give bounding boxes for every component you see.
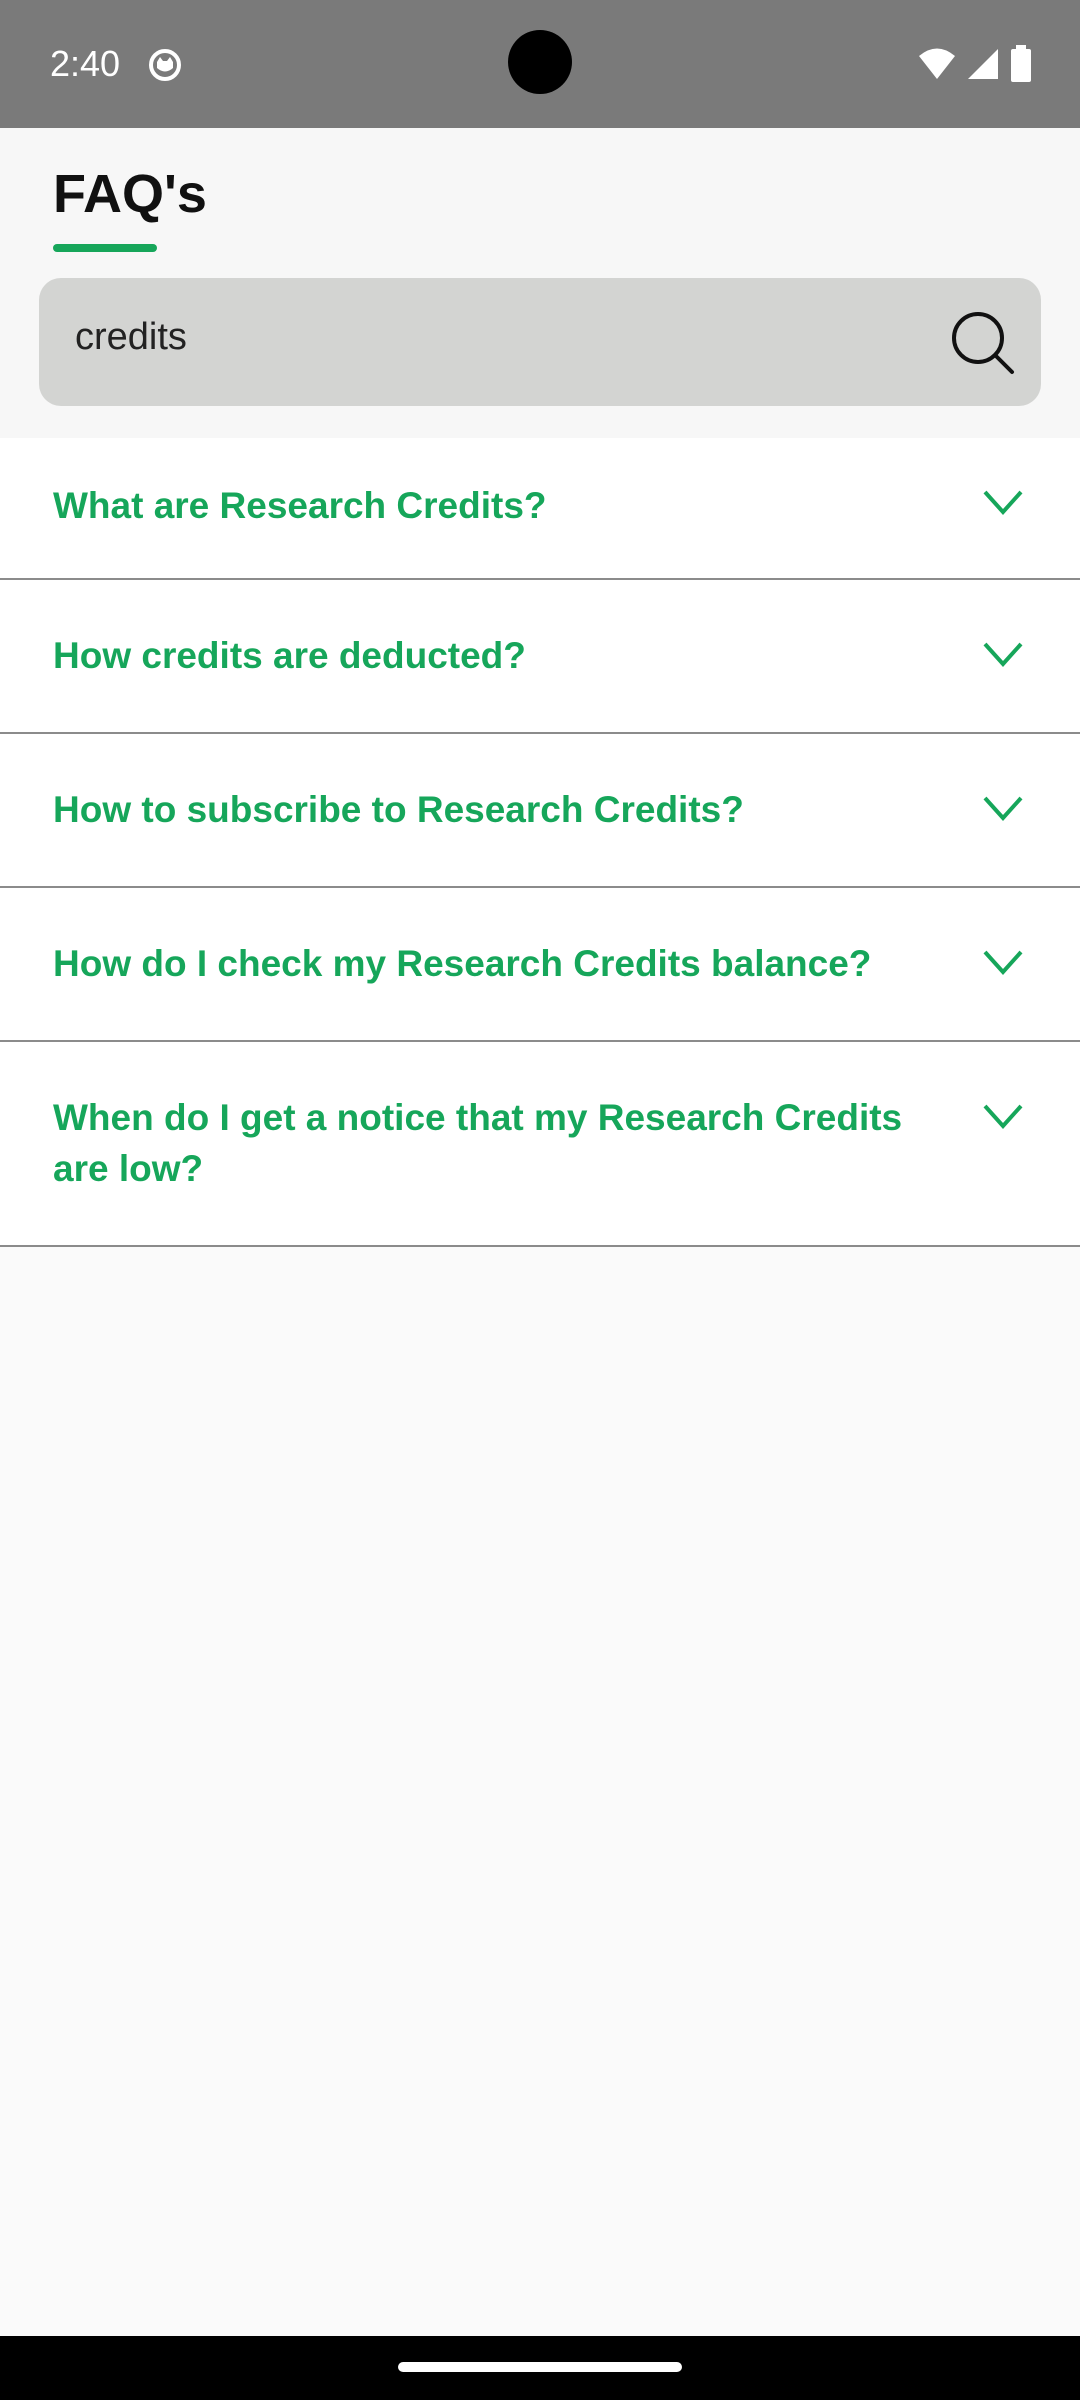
chevron-down-icon[interactable] (982, 948, 1024, 976)
chevron-down-icon[interactable] (982, 640, 1024, 668)
chevron-down-icon[interactable] (982, 488, 1024, 516)
faq-question[interactable]: How do I check my Research Credits balan… (53, 938, 960, 989)
battery-icon (1011, 45, 1031, 82)
faq-list: What are Research Credits? How credits a… (0, 438, 1080, 1247)
chevron-down-icon[interactable] (982, 1102, 1024, 1130)
faq-question[interactable]: How to subscribe to Research Credits? (53, 784, 960, 835)
signal-icon (968, 49, 998, 79)
faq-question[interactable]: When do I get a notice that my Research … (53, 1092, 960, 1194)
faq-item[interactable]: How to subscribe to Research Credits? (0, 734, 1080, 888)
wifi-icon (919, 48, 955, 79)
faq-question[interactable]: How credits are deducted? (53, 630, 960, 681)
search-icon[interactable] (950, 310, 1016, 376)
faq-item[interactable]: When do I get a notice that my Research … (0, 1042, 1080, 1247)
faq-item[interactable]: How do I check my Research Credits balan… (0, 888, 1080, 1042)
status-bar: 2:40 (0, 0, 1080, 128)
search-input[interactable] (39, 278, 1041, 406)
app-notification-icon (149, 49, 181, 81)
status-icons (918, 44, 1032, 84)
search-input-value[interactable]: credits (75, 312, 187, 362)
faq-question[interactable]: What are Research Credits? (53, 480, 960, 531)
faq-item[interactable]: How credits are deducted? (0, 580, 1080, 734)
faq-item[interactable]: What are Research Credits? (0, 438, 1080, 580)
front-camera (508, 30, 572, 94)
home-gesture-handle[interactable] (398, 2362, 682, 2372)
chevron-down-icon[interactable] (982, 794, 1024, 822)
status-time: 2:40 (50, 43, 121, 84)
title-underline (53, 244, 157, 252)
page-title: FAQ's (53, 164, 207, 224)
